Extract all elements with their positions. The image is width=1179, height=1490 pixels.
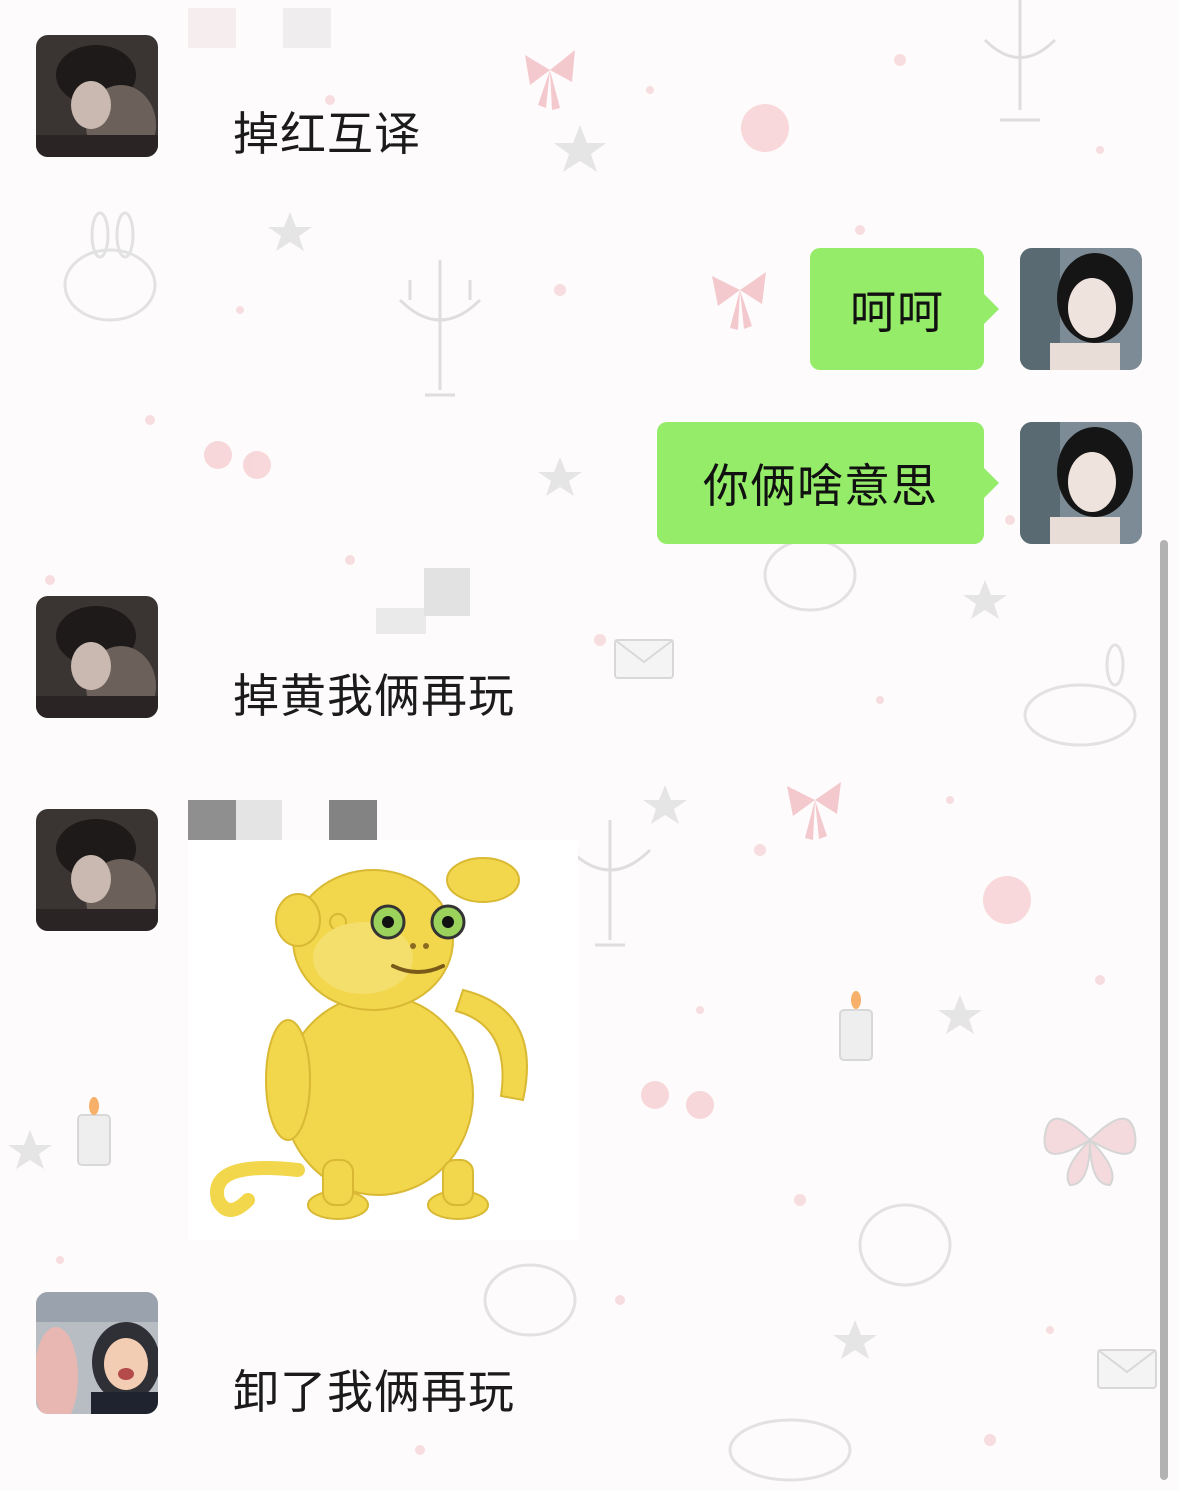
message-text: 掉黄我俩再玩 — [233, 669, 515, 723]
chat-wallpaper — [8, 0, 1157, 1482]
sender-name-redacted — [188, 8, 236, 48]
my-avatar[interactable] — [1020, 422, 1142, 544]
friend-avatar[interactable] — [36, 35, 158, 157]
sender-name-redacted — [424, 568, 470, 616]
yellow-monkey-icon — [210, 857, 528, 1220]
friend-avatar[interactable] — [36, 809, 158, 931]
friend2-avatar[interactable] — [36, 1292, 158, 1414]
sender-name-redacted — [329, 800, 377, 844]
monkey-sticker[interactable] — [188, 840, 578, 1240]
outgoing-message-bubble[interactable]: 你俩啥意思 — [657, 422, 999, 544]
sender-name-redacted — [283, 8, 331, 48]
outgoing-message-bubble[interactable]: 呵呵 — [810, 248, 999, 370]
friend-avatar[interactable] — [36, 596, 158, 718]
my-avatar[interactable] — [1020, 248, 1142, 370]
message-text: 卸了我俩再玩 — [233, 1365, 515, 1419]
sender-name-redacted — [376, 608, 426, 634]
scrollbar[interactable] — [1160, 540, 1168, 1480]
sender-name-redacted — [188, 800, 236, 844]
sender-name-redacted — [236, 800, 282, 844]
message-text: 掉红互译 — [233, 107, 421, 161]
